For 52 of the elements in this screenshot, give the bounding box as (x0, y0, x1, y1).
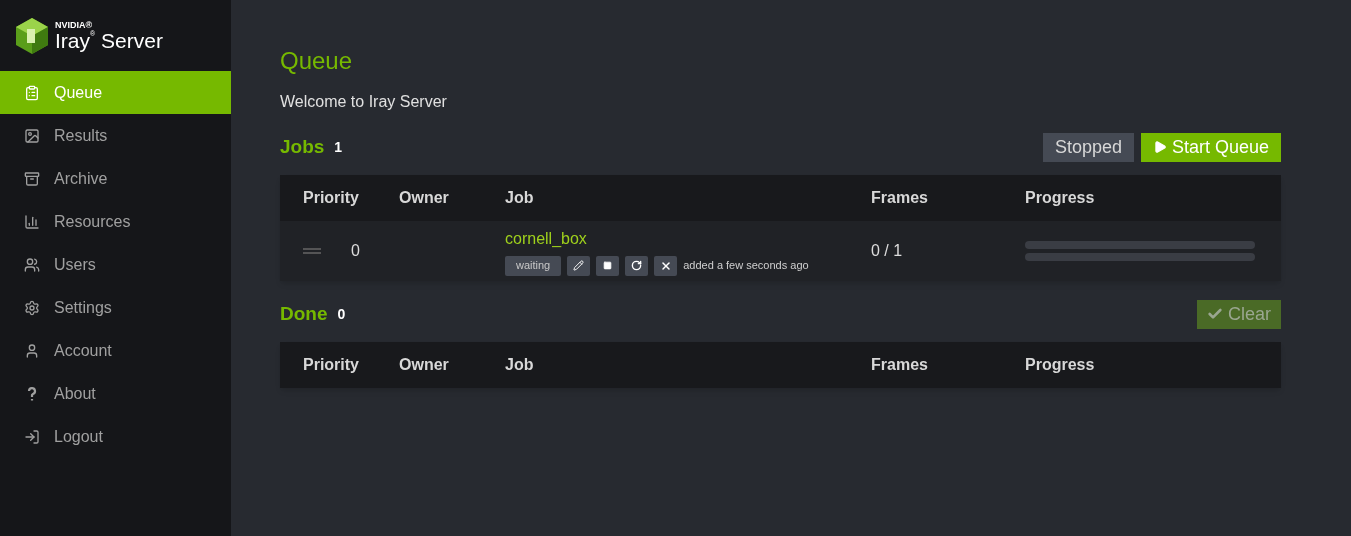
logo-product: Iray$^{®}$ Server (55, 29, 163, 51)
sidebar-item[interactable]: About (0, 372, 231, 415)
sidebar-item[interactable]: Settings (0, 286, 231, 329)
settings-icon (24, 299, 40, 316)
column-header: Job (505, 356, 534, 373)
section-title: Done (280, 301, 328, 326)
pencil-icon (573, 260, 585, 271)
column-header: Priority (303, 356, 359, 373)
sidebar-item[interactable]: Results (0, 114, 231, 157)
remove-button[interactable] (654, 255, 678, 276)
column-header: Priority (303, 189, 359, 206)
users-icon (24, 256, 40, 273)
job-status: waiting (505, 255, 562, 276)
column-header: Frames (871, 189, 928, 206)
stop-icon (603, 261, 613, 270)
logout-icon (24, 428, 40, 445)
page-title: Queue (280, 46, 354, 76)
user-icon (24, 342, 40, 359)
welcome-text: Welcome to Iray Server (280, 92, 448, 112)
added-time: added a few seconds ago (683, 258, 809, 274)
clipboard-icon (24, 84, 40, 101)
frames-cell: 0 / 1 (871, 242, 903, 259)
column-header: Owner (399, 356, 449, 373)
restart-button[interactable] (625, 255, 649, 276)
play-icon (1152, 140, 1167, 154)
sidebar-item[interactable]: Users (0, 243, 231, 286)
priority-cell-text: 0 (351, 241, 360, 261)
queue-status: Stopped (1042, 132, 1134, 162)
column-header: Progress (1025, 189, 1095, 206)
column-header: Progress (1025, 356, 1095, 373)
close-icon (659, 259, 672, 272)
bar-chart-icon (24, 213, 40, 230)
logo-icon (15, 16, 49, 55)
sidebar-item[interactable]: Account (0, 329, 231, 372)
column-header: Job (505, 189, 534, 206)
drag-handle-icon[interactable] (303, 248, 321, 254)
job-link[interactable]: cornell_box (505, 226, 587, 251)
sidebar-item[interactable]: Archive (0, 157, 231, 200)
check-icon (1207, 306, 1223, 322)
box-icon (24, 170, 40, 187)
sidebar-item[interactable]: Logout (0, 415, 231, 458)
done-count: 0 (337, 304, 346, 324)
job-count: 1 (334, 137, 343, 157)
column-header: Frames (871, 356, 928, 373)
refresh-icon (631, 260, 643, 271)
logo-brand: NVIDIA® (55, 20, 94, 30)
sidebar-item[interactable]: Resources (0, 200, 231, 243)
column-header: Owner (399, 189, 449, 206)
stop-button[interactable] (596, 255, 620, 276)
edit-button[interactable] (567, 255, 591, 276)
picture-icon (24, 127, 40, 144)
section-title: Jobs (280, 134, 325, 159)
